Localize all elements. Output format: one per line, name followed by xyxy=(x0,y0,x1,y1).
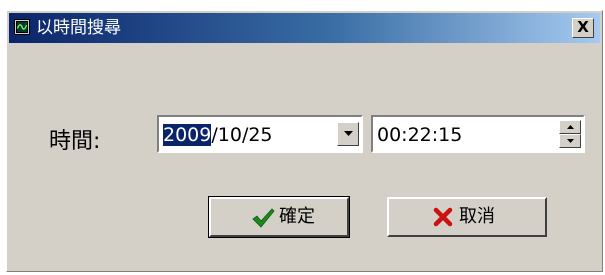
time-value[interactable]: 00:22:15 xyxy=(377,124,462,146)
arrow-down-icon xyxy=(567,139,574,143)
date-year-selected: 2009 xyxy=(163,124,212,146)
date-month-day: /10/25 xyxy=(211,124,273,146)
ok-button[interactable]: 確定 xyxy=(208,196,350,238)
title-bar[interactable]: 以時間搜尋 X xyxy=(9,13,600,43)
close-icon: X xyxy=(577,18,589,36)
window-title: 以時間搜尋 xyxy=(36,18,121,38)
x-mark-icon xyxy=(433,207,453,227)
close-button[interactable]: X xyxy=(572,18,594,38)
time-label: 時間: xyxy=(49,129,101,154)
date-picker[interactable]: 2009/10/25 xyxy=(157,115,363,153)
ok-button-label: 確定 xyxy=(279,206,315,227)
chart-window-icon xyxy=(14,19,30,35)
time-spinner[interactable] xyxy=(559,120,581,148)
date-dropdown-button[interactable] xyxy=(337,122,359,146)
check-icon xyxy=(252,208,275,228)
chevron-down-icon xyxy=(344,131,353,136)
cancel-button-label: 取消 xyxy=(459,206,495,227)
cancel-button[interactable]: 取消 xyxy=(387,197,547,237)
spin-up-button[interactable] xyxy=(559,120,581,134)
search-by-time-dialog: 以時間搜尋 X 時間: 2009/10/25 00:22:15 確定 取消 xyxy=(6,10,603,272)
arrow-up-icon xyxy=(567,125,574,129)
spin-down-button[interactable] xyxy=(559,134,581,148)
time-picker[interactable]: 00:22:15 xyxy=(371,115,585,153)
date-value[interactable]: 2009/10/25 xyxy=(163,124,273,146)
